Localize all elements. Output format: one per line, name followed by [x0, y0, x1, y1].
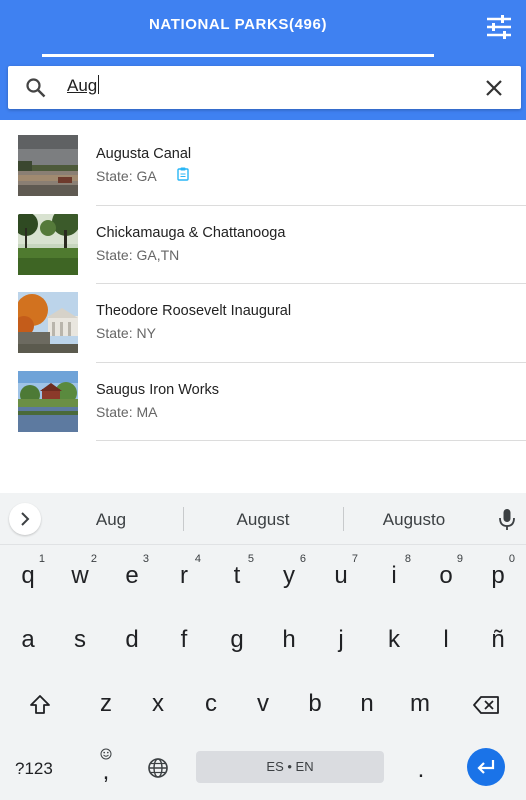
park-name: Theodore Roosevelt Inaugural [96, 303, 292, 319]
key-e[interactable]: e3 [107, 548, 157, 604]
key-z[interactable]: z [81, 676, 131, 732]
chevron-right-icon [21, 512, 30, 526]
key-c[interactable]: c [186, 676, 236, 732]
park-thumbnail [18, 135, 78, 196]
key-q[interactable]: q1 [3, 548, 53, 604]
backspace-key[interactable] [460, 676, 510, 732]
key-n-tilde[interactable]: ñ [473, 612, 523, 668]
symbols-key[interactable]: ?123 [15, 759, 53, 779]
key-u[interactable]: u7 [316, 548, 366, 604]
park-state: State: GA [96, 168, 157, 184]
key-v[interactable]: v [238, 676, 288, 732]
park-list-item[interactable]: Theodore Roosevelt Inaugural State: NY [0, 284, 526, 363]
park-name: Chickamauga & Chattanooga [96, 224, 286, 241]
suggestion-item[interactable]: August [218, 510, 308, 530]
language-key[interactable] [133, 740, 183, 796]
list-divider [96, 440, 526, 441]
key-n[interactable]: n [342, 676, 392, 732]
key-j[interactable]: j [316, 612, 366, 668]
clear-search-button[interactable] [482, 76, 506, 100]
key-y[interactable]: y6 [264, 548, 314, 604]
search-input[interactable]: Aug [66, 75, 466, 101]
suggestion-item[interactable]: Aug [80, 510, 142, 530]
key-m[interactable]: m [395, 676, 445, 732]
park-name: Saugus Iron Works [96, 381, 220, 398]
search-bar: Aug [8, 66, 521, 109]
enter-icon [477, 760, 495, 774]
key-a[interactable]: a [3, 612, 53, 668]
on-screen-keyboard: Aug August Augusto q1 w2 e3 r4 t5 y6 u7 … [0, 493, 526, 800]
park-list-item[interactable]: Chickamauga & Chattanooga State: GA,TN [0, 206, 526, 284]
park-list-item[interactable]: Augusta Canal State: GA [0, 127, 526, 206]
tune-sliders-icon [487, 15, 511, 39]
key-i[interactable]: i8 [369, 548, 419, 604]
suggestion-separator [343, 507, 344, 531]
close-icon [486, 80, 502, 96]
key-x[interactable]: x [133, 676, 183, 732]
microphone-icon[interactable] [496, 508, 518, 532]
key-f[interactable]: f [159, 612, 209, 668]
enter-key[interactable] [467, 748, 505, 786]
search-icon [26, 78, 46, 98]
park-state: State: NY [96, 325, 156, 341]
park-state: State: MA [96, 403, 158, 420]
period-key[interactable]: . [396, 740, 446, 796]
comma-emoji-key[interactable]: , [81, 740, 131, 796]
key-g[interactable]: g [212, 612, 262, 668]
park-thumbnail [18, 292, 78, 353]
park-list-item[interactable]: Saugus Iron Works State: MA [0, 363, 526, 441]
globe-icon [148, 758, 168, 778]
key-l[interactable]: l [421, 612, 471, 668]
suggestion-item[interactable]: Augusto [370, 510, 458, 530]
park-thumbnail [18, 213, 78, 275]
key-p[interactable]: p0 [473, 548, 523, 604]
park-list: Augusta Canal State: GA Chickamauga & Ch… [0, 127, 526, 441]
text-cursor [98, 75, 100, 94]
search-input-value: Aug [67, 76, 98, 95]
park-thumbnail [18, 370, 78, 432]
shift-key[interactable] [15, 676, 65, 732]
space-bar-label: ES • EN [266, 759, 314, 774]
backspace-icon [473, 696, 499, 714]
shift-icon [30, 695, 50, 714]
keyboard-menu-button[interactable] [9, 503, 41, 535]
suggestion-bar: Aug August Augusto [0, 493, 526, 545]
key-r[interactable]: r4 [159, 548, 209, 604]
key-s[interactable]: s [55, 612, 105, 668]
tab-indicator [42, 54, 434, 57]
park-name: Augusta Canal [96, 146, 192, 162]
key-h[interactable]: h [264, 612, 314, 668]
filter-button[interactable] [480, 10, 518, 44]
space-bar[interactable]: ES • EN [196, 751, 384, 783]
key-o[interactable]: o9 [421, 548, 471, 604]
page-title: NATIONAL PARKS(496) [148, 16, 328, 33]
key-t[interactable]: t5 [212, 548, 262, 604]
key-w[interactable]: w2 [55, 548, 105, 604]
app-screen: NATIONAL PARKS(496) Aug Augusta Canal St… [0, 0, 526, 800]
key-k[interactable]: k [369, 612, 419, 668]
app-header: NATIONAL PARKS(496) Aug [0, 0, 526, 120]
clipboard-icon[interactable] [177, 167, 189, 181]
park-state: State: GA,TN [96, 246, 180, 263]
suggestion-separator [183, 507, 184, 531]
key-d[interactable]: d [107, 612, 157, 668]
key-b[interactable]: b [290, 676, 340, 732]
